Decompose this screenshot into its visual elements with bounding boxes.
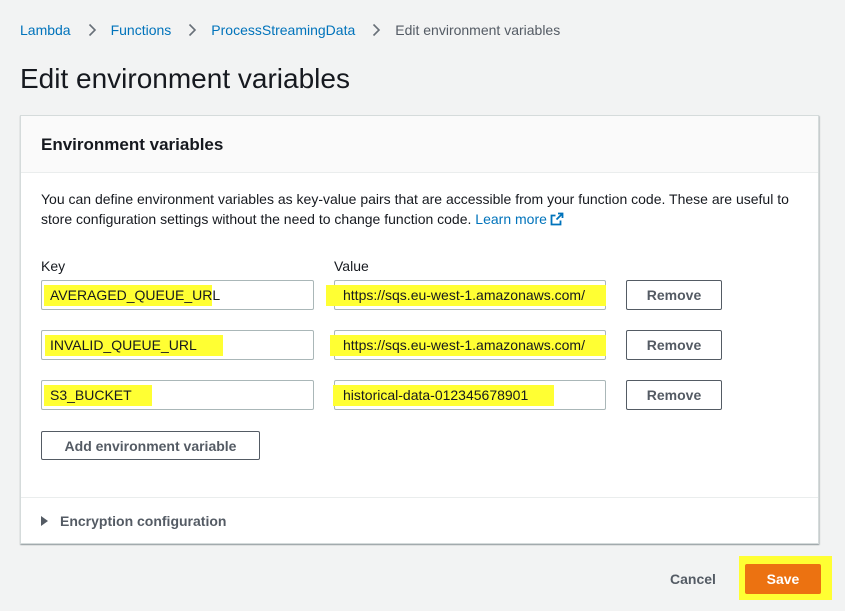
add-environment-variable-button[interactable]: Add environment variable xyxy=(41,431,260,460)
panel-description: You can define environment variables as … xyxy=(41,189,811,231)
key-input[interactable] xyxy=(42,281,313,309)
key-field-container xyxy=(41,380,314,410)
breadcrumb-functions[interactable]: Functions xyxy=(111,22,172,38)
value-field-container xyxy=(326,280,606,310)
value-field-container xyxy=(333,380,606,410)
learn-more-link[interactable]: Learn more xyxy=(475,211,564,227)
panel-title: Environment variables xyxy=(41,135,224,154)
key-input[interactable] xyxy=(42,331,313,359)
key-input[interactable] xyxy=(42,381,313,409)
value-input[interactable] xyxy=(335,281,605,309)
chevron-right-icon xyxy=(369,23,383,37)
chevron-right-icon xyxy=(85,23,99,37)
remove-button[interactable]: Remove xyxy=(626,330,722,360)
key-column-label: Key xyxy=(41,258,66,274)
encryption-configuration-toggle[interactable]: Encryption configuration xyxy=(41,511,226,531)
external-link-icon[interactable] xyxy=(550,211,564,231)
save-button[interactable]: Save xyxy=(745,564,821,594)
cancel-button[interactable]: Cancel xyxy=(654,566,732,592)
key-field-container xyxy=(41,280,314,310)
caret-right-icon[interactable] xyxy=(41,516,48,526)
value-field-container xyxy=(330,330,606,360)
breadcrumb-lambda[interactable]: Lambda xyxy=(20,22,71,38)
environment-variables-panel: Environment variables You can define env… xyxy=(20,115,819,544)
page-title: Edit environment variables xyxy=(20,63,350,94)
env-variable-row: Remove xyxy=(41,380,741,410)
env-variable-row: Remove xyxy=(41,330,741,360)
chevron-right-icon xyxy=(185,23,199,37)
key-field-container xyxy=(41,330,314,360)
remove-button[interactable]: Remove xyxy=(626,380,722,410)
panel-header: Environment variables xyxy=(21,116,818,173)
breadcrumb: Lambda Functions ProcessStreamingData Ed… xyxy=(20,20,560,40)
remove-button[interactable]: Remove xyxy=(626,280,722,310)
value-input[interactable] xyxy=(335,331,605,359)
description-text: You can define environment variables as … xyxy=(41,191,789,227)
breadcrumb-function-name[interactable]: ProcessStreamingData xyxy=(211,22,355,38)
encryption-configuration-label[interactable]: Encryption configuration xyxy=(60,513,226,529)
learn-more-label[interactable]: Learn more xyxy=(475,211,547,227)
divider xyxy=(21,497,818,498)
value-input[interactable] xyxy=(335,381,605,409)
breadcrumb-current: Edit environment variables xyxy=(395,22,561,38)
env-variable-row: Remove xyxy=(41,280,741,310)
value-column-label: Value xyxy=(334,258,369,274)
